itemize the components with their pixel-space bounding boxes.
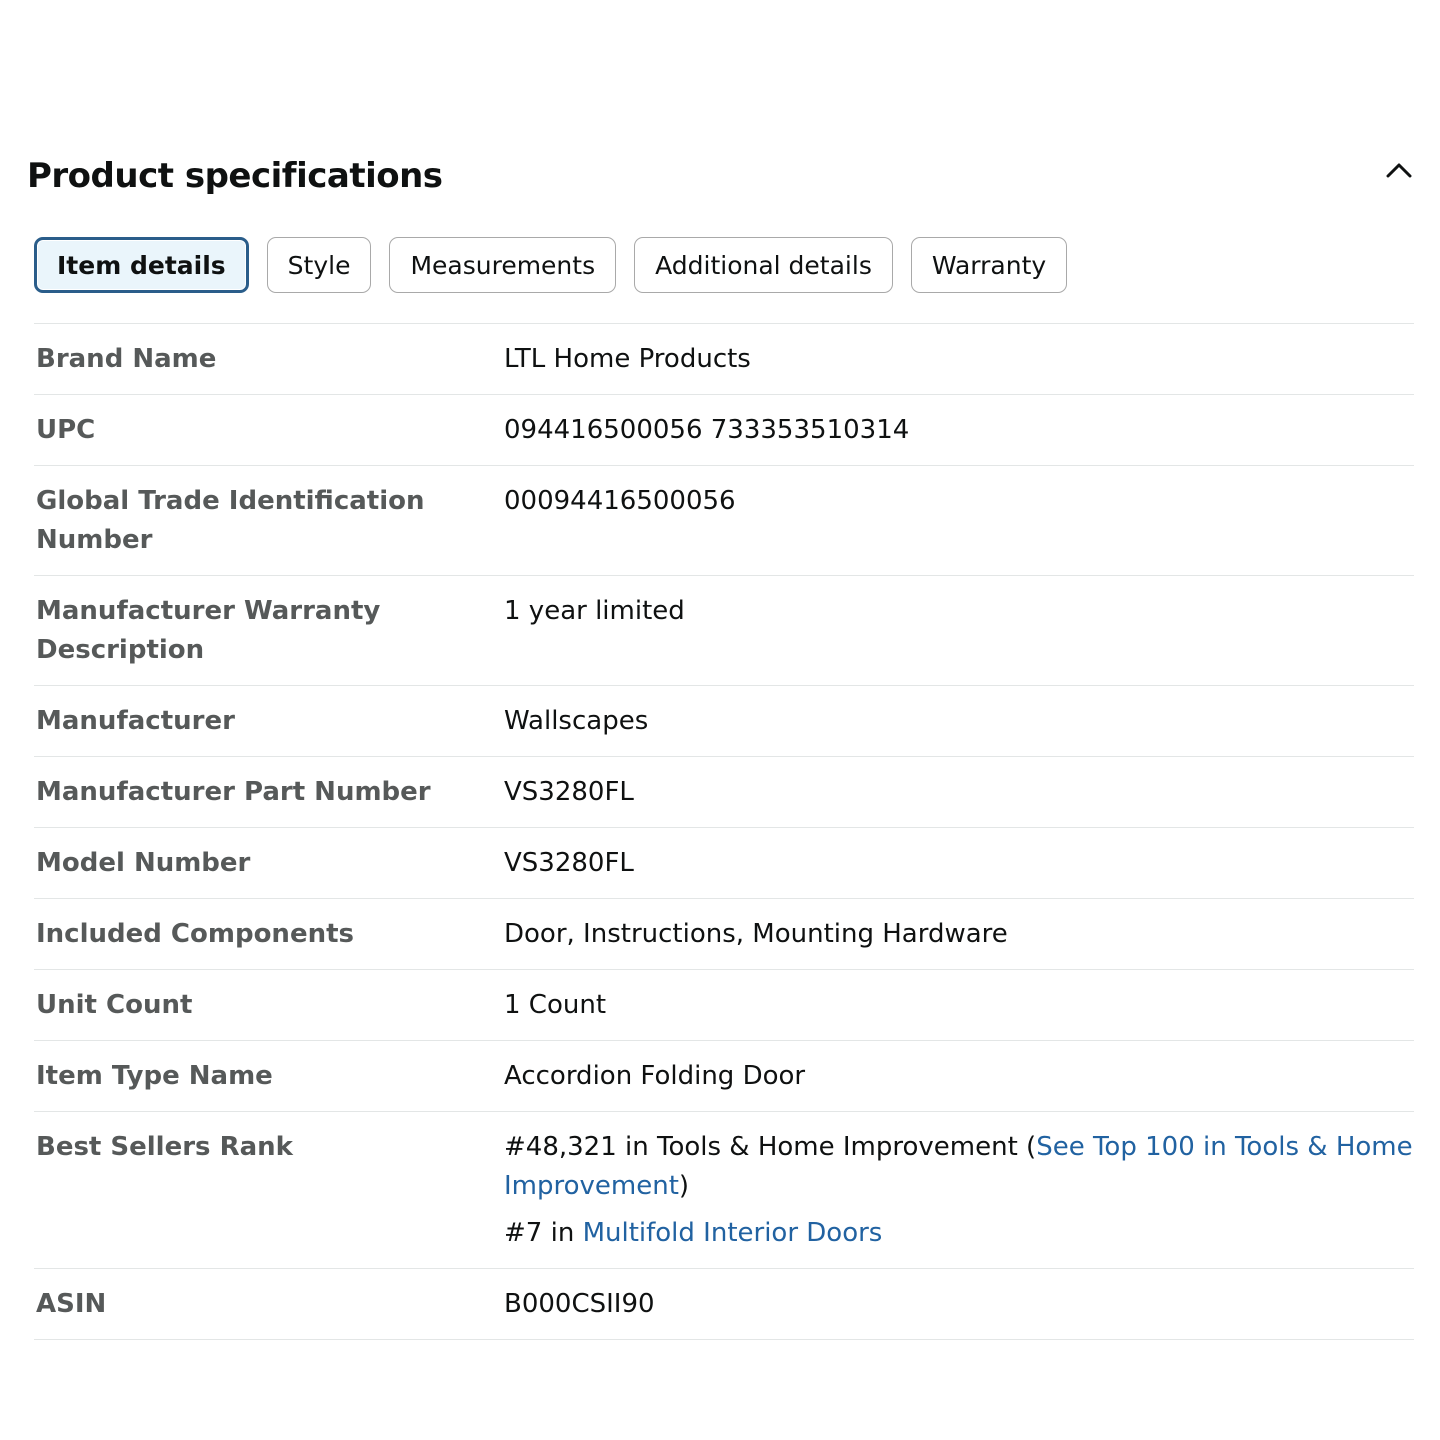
spec-label: Included Components [36, 919, 354, 949]
spec-row-warranty-description: Manufacturer Warranty Description 1 year… [34, 576, 1414, 686]
spec-label: Brand Name [36, 344, 217, 374]
spec-row-model-number: Model Number VS3280FL [34, 828, 1414, 899]
spec-value: #48,321 in Tools & Home Improvement (See… [504, 1128, 1414, 1253]
spec-row-gtin: Global Trade Identification Number 00094… [34, 466, 1414, 576]
spec-row-upc: UPC 094416500056 733353510314 [34, 395, 1414, 466]
spec-value: VS3280FL [504, 777, 634, 807]
spec-label: UPC [36, 415, 96, 445]
spec-label: Model Number [36, 848, 251, 878]
spec-value: LTL Home Products [504, 344, 751, 374]
rank-line-1: #48,321 in Tools & Home Improvement (See… [504, 1128, 1414, 1206]
spec-row-unit-count: Unit Count 1 Count [34, 970, 1414, 1041]
spec-row-brand-name: Brand Name LTL Home Products [34, 324, 1414, 395]
spec-value: VS3280FL [504, 848, 634, 878]
category-link[interactable]: Multifold Interior Doors [583, 1218, 883, 1248]
section-header: Product specifications [27, 152, 1417, 202]
spec-label: Manufacturer [36, 706, 235, 736]
spec-label: Unit Count [36, 990, 193, 1020]
spec-label: ASIN [36, 1289, 107, 1319]
spec-label: Best Sellers Rank [36, 1132, 293, 1162]
spec-value: B000CSII90 [504, 1289, 655, 1319]
rank-1-text: #48,321 in Tools & Home Improvement ( [504, 1132, 1037, 1162]
spec-value: 094416500056 733353510314 [504, 415, 910, 445]
tab-style[interactable]: Style [266, 237, 372, 293]
spec-label: Global Trade Identification Number [36, 486, 425, 555]
spec-value: 1 year limited [504, 596, 685, 626]
rank-line-2: #7 in Multifold Interior Doors [504, 1214, 1414, 1253]
tab-item-details[interactable]: Item details [34, 237, 249, 293]
spec-row-asin: ASIN B000CSII90 [34, 1269, 1414, 1340]
tab-warranty[interactable]: Warranty [910, 237, 1068, 293]
rank-2-text: #7 in [504, 1218, 583, 1248]
spec-label: Manufacturer Warranty Description [36, 596, 381, 665]
tab-measurements[interactable]: Measurements [389, 237, 617, 293]
spec-row-included-components: Included Components Door, Instructions, … [34, 899, 1414, 970]
spec-table: Brand Name LTL Home Products UPC 0944165… [34, 323, 1414, 1340]
spec-value: 1 Count [504, 990, 607, 1020]
spec-label: Item Type Name [36, 1061, 273, 1091]
spec-row-manufacturer: Manufacturer Wallscapes [34, 686, 1414, 757]
spec-row-part-number: Manufacturer Part Number VS3280FL [34, 757, 1414, 828]
spec-value: Wallscapes [504, 706, 649, 736]
spec-row-item-type: Item Type Name Accordion Folding Door [34, 1041, 1414, 1112]
spec-value: 00094416500056 [504, 486, 736, 516]
section-title: Product specifications [27, 156, 443, 196]
rank-1-suffix: ) [678, 1171, 690, 1201]
spec-label: Manufacturer Part Number [36, 777, 431, 807]
spec-tabs: Item details Style Measurements Addition… [34, 237, 1068, 293]
spec-value: Accordion Folding Door [504, 1061, 806, 1091]
chevron-up-icon [1386, 163, 1412, 178]
spec-value: Door, Instructions, Mounting Hardware [504, 919, 1008, 949]
collapse-button[interactable] [1381, 152, 1417, 188]
tab-additional-details[interactable]: Additional details [634, 237, 893, 293]
spec-row-best-sellers-rank: Best Sellers Rank #48,321 in Tools & Hom… [34, 1112, 1414, 1269]
